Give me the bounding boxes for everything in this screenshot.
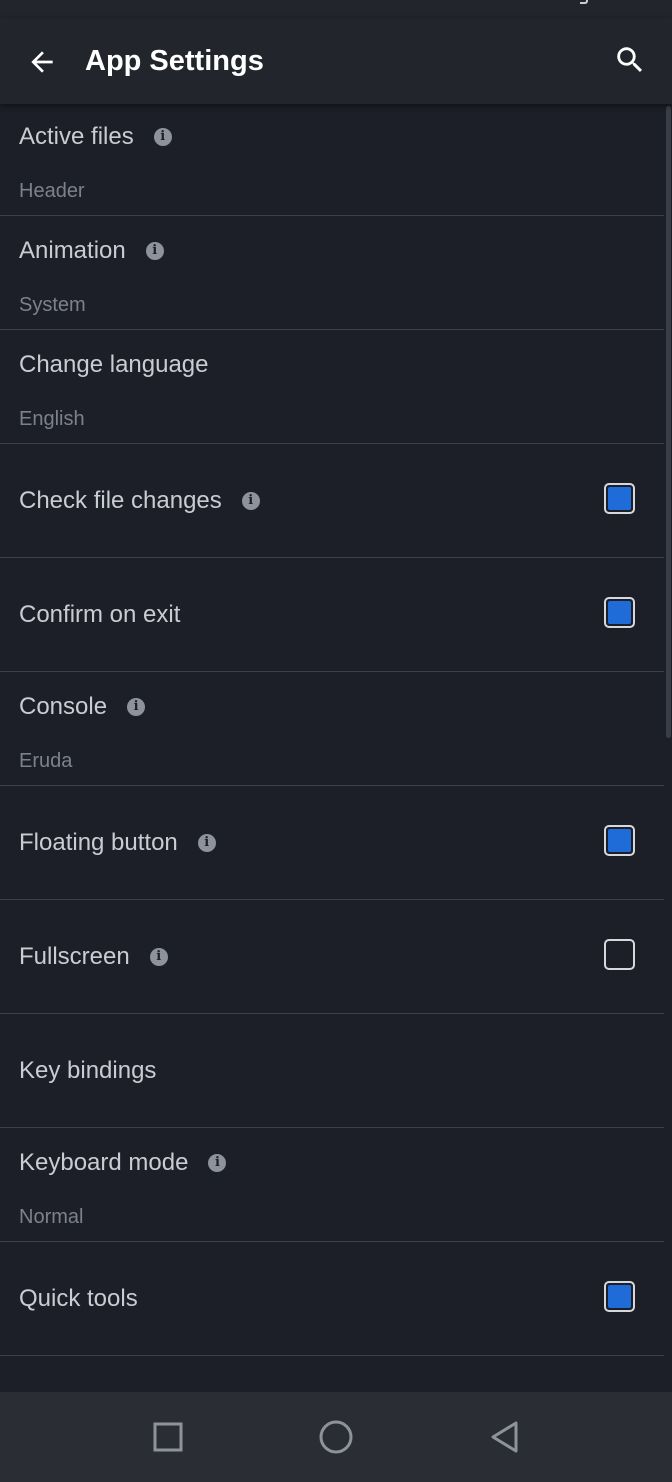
arrow-left-icon — [31, 51, 53, 73]
setting-row-key-bindings[interactable]: Key bindings — [0, 1014, 664, 1128]
setting-label: Keyboard mode — [19, 1149, 189, 1176]
app-bar: App Settings — [0, 18, 672, 104]
setting-row-animation[interactable]: Animation i System — [0, 216, 664, 330]
status-indicator-icon — [580, 0, 588, 4]
page-title: App Settings — [85, 45, 264, 77]
checkbox-checked[interactable] — [604, 825, 635, 856]
setting-label: Check file changes — [19, 486, 222, 514]
triangle-back-icon — [491, 1421, 518, 1453]
setting-title: Check file changes i — [19, 444, 260, 557]
info-icon[interactable]: i — [127, 698, 146, 716]
settings-list[interactable]: Active files i Header Animation i System Chang… — [0, 102, 672, 1392]
setting-title: Fullscreen i — [19, 900, 168, 1013]
nav-back-button[interactable] — [484, 1417, 524, 1457]
setting-value: System — [19, 294, 86, 316]
setting-label: Console — [19, 693, 108, 720]
circle-icon — [319, 1420, 353, 1454]
checkbox-fill — [608, 829, 631, 852]
square-icon — [153, 1422, 183, 1452]
setting-label: Animation — [19, 237, 126, 264]
checkbox-unchecked[interactable] — [604, 939, 635, 970]
setting-title: Animation i — [19, 237, 164, 265]
back-button[interactable] — [20, 40, 64, 84]
setting-title: Change language — [19, 351, 209, 379]
setting-title: Console i — [19, 693, 146, 721]
checkbox-fill — [608, 1285, 631, 1308]
status-bar — [0, 0, 672, 18]
setting-label: Key bindings — [19, 1056, 157, 1084]
setting-row-quicktools-trigger-mode[interactable]: Quicktools trigger modei — [0, 1356, 664, 1392]
setting-row-keyboard-mode[interactable]: Keyboard mode i Normal — [0, 1128, 664, 1242]
setting-label: Active files — [19, 123, 134, 150]
setting-label: Floating button — [19, 828, 178, 856]
checkbox-checked[interactable] — [604, 483, 635, 514]
info-icon[interactable]: i — [153, 128, 172, 146]
info-icon[interactable]: i — [241, 491, 260, 510]
checkbox-fill — [608, 601, 631, 624]
setting-row-change-language[interactable]: Change language English — [0, 330, 664, 444]
setting-title: Floating button i — [19, 786, 216, 899]
setting-label: Quick tools — [19, 1284, 138, 1312]
info-icon[interactable]: i — [149, 947, 168, 966]
info-icon[interactable]: i — [197, 833, 216, 852]
search-icon — [617, 47, 643, 73]
info-icon[interactable]: i — [208, 1154, 227, 1172]
search-button[interactable] — [608, 38, 652, 82]
setting-row-check-file-changes[interactable]: Check file changes i — [0, 444, 664, 558]
setting-row-console[interactable]: Console i Eruda — [0, 672, 664, 786]
info-icon[interactable]: i — [145, 242, 164, 260]
setting-value: English — [19, 408, 85, 430]
setting-value: Normal — [19, 1206, 84, 1228]
setting-value: Header — [19, 180, 85, 202]
setting-row-active-files[interactable]: Active files i Header — [0, 102, 664, 216]
checkbox-checked[interactable] — [604, 1281, 635, 1312]
setting-title: Active files i — [19, 123, 172, 151]
setting-row-quick-tools[interactable]: Quick tools — [0, 1242, 664, 1356]
scrollbar-thumb[interactable] — [666, 106, 671, 738]
setting-label: Change language — [19, 351, 209, 378]
setting-row-floating-button[interactable]: Floating button i — [0, 786, 664, 900]
setting-title: Confirm on exit — [19, 558, 180, 671]
setting-row-confirm-on-exit[interactable]: Confirm on exit — [0, 558, 664, 672]
checkbox-fill — [608, 487, 631, 510]
checkbox-checked[interactable] — [604, 597, 635, 628]
setting-title: Quick tools — [19, 1242, 138, 1355]
system-nav-bar — [0, 1392, 672, 1482]
setting-value: Eruda — [19, 750, 73, 772]
setting-title: Quicktools trigger modei — [19, 1356, 310, 1392]
recents-button[interactable] — [148, 1417, 188, 1457]
home-button[interactable] — [316, 1417, 356, 1457]
app-settings-screen: App Settings Active files i Header Animatio… — [0, 0, 672, 1482]
setting-label: Confirm on exit — [19, 600, 181, 628]
setting-title: Keyboard mode i — [19, 1149, 227, 1177]
setting-label: Fullscreen — [19, 942, 130, 970]
setting-row-fullscreen[interactable]: Fullscreen i — [0, 900, 664, 1014]
setting-title: Key bindings — [19, 1014, 156, 1127]
